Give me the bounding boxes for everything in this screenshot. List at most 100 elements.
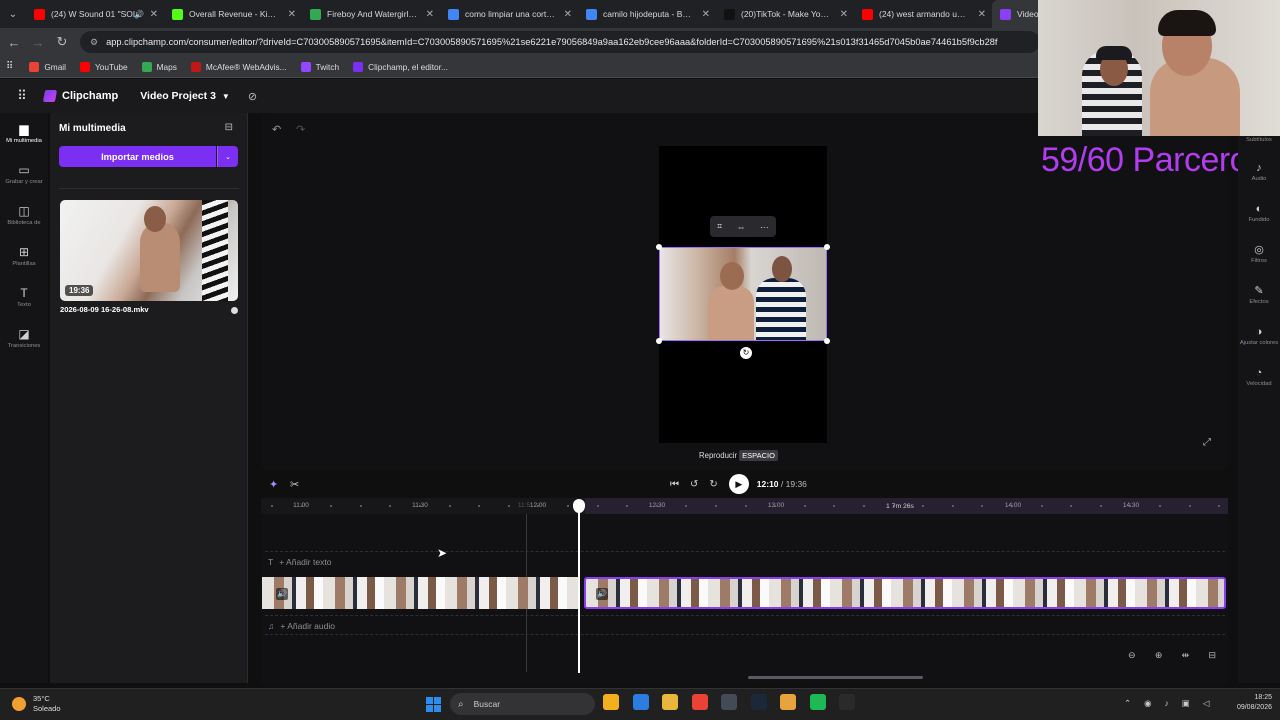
clip-volume-icon[interactable]: 🔊 xyxy=(276,588,288,600)
bookmark[interactable]: Clipchamp, el editor... xyxy=(353,61,448,72)
clip-volume-icon[interactable]: 🔊 xyxy=(596,588,608,600)
tab-close-icon[interactable]: ✕ xyxy=(978,9,986,20)
taskbar-app-icon[interactable] xyxy=(632,694,649,710)
taskbar-search[interactable]: ⌕ Buscar xyxy=(450,693,595,715)
media-select-checkbox[interactable] xyxy=(231,307,238,314)
cloud-off-icon[interactable]: ⊘ xyxy=(248,90,257,103)
timeline-ruler[interactable]: 11:0011:3012:0012:3013:0014:0014:30 xyxy=(261,498,1228,514)
crop-icon[interactable]: ⌗ xyxy=(717,221,722,232)
project-title-dropdown[interactable]: Video Project 3 ▼ xyxy=(140,90,230,102)
taskbar-app-icon[interactable] xyxy=(662,694,678,710)
split-scissors-icon[interactable]: ✂ xyxy=(290,478,299,491)
taskbar-app-icon[interactable] xyxy=(780,694,796,710)
property-speed[interactable]: ◔ Velocidad xyxy=(1238,357,1280,398)
taskbar-app-icon[interactable] xyxy=(721,694,737,710)
bookmark[interactable]: Maps xyxy=(141,61,177,72)
browser-tab[interactable]: (24) W Sound 01 "SOL 🔊 ✕ xyxy=(26,0,164,28)
browser-tab[interactable]: Fireboy And Watergirl For ✕ xyxy=(302,0,440,28)
zoom-out-icon[interactable]: ⊖ xyxy=(1128,650,1136,666)
playhead-handle[interactable] xyxy=(573,499,585,513)
browser-tab[interactable]: como limpiar una cortina ✕ xyxy=(440,0,578,28)
magic-sparkle-icon[interactable]: ✦ xyxy=(269,478,278,491)
subtitles-label[interactable]: Subtítulos xyxy=(1238,137,1280,143)
app-launcher-icon[interactable]: ⠿ xyxy=(0,88,44,104)
layout-icon[interactable]: ⊟ xyxy=(1208,650,1216,666)
volume-icon[interactable]: ◁ xyxy=(1203,698,1210,709)
timeline-scrollbar[interactable] xyxy=(748,676,923,679)
redo-icon[interactable]: ↷ xyxy=(296,123,305,136)
site-info-icon[interactable]: ⚙ xyxy=(90,37,98,48)
browser-tab[interactable]: (20)TikTok - Make Your D ✕ xyxy=(716,0,854,28)
bookmark[interactable]: YouTube xyxy=(80,61,128,72)
weather-widget[interactable]: 35°C Soleado xyxy=(12,694,61,714)
back-icon[interactable]: ← xyxy=(2,35,26,50)
browser-tab[interactable]: (24) west armando un - Y ✕ xyxy=(854,0,992,28)
rewind-5s-icon[interactable]: ↺ xyxy=(690,479,698,490)
forward-5s-icon[interactable]: ↻ xyxy=(709,479,717,490)
tab-close-icon[interactable]: ✕ xyxy=(150,9,158,20)
selected-clip-preview[interactable] xyxy=(659,247,827,341)
taskbar-app-icon[interactable] xyxy=(839,694,855,710)
media-thumbnail[interactable]: 19:36 xyxy=(60,200,238,301)
browser-tab[interactable]: camilo hijodeputa - Busca ✕ xyxy=(578,0,716,28)
tab-close-icon[interactable]: ✕ xyxy=(288,9,296,20)
video-clip-left[interactable] xyxy=(262,577,580,609)
taskbar-clock[interactable]: 18:25 09/08/2026 xyxy=(1220,693,1272,713)
more-options-icon[interactable]: ··· xyxy=(760,222,769,232)
windows-start-icon[interactable] xyxy=(426,697,441,712)
apps-grid-icon[interactable]: ⠿ xyxy=(6,61,13,72)
rotate-icon[interactable]: ↻ xyxy=(740,347,752,359)
taskbar-app-icon[interactable] xyxy=(603,694,619,710)
tab-audio-icon[interactable]: 🔊 xyxy=(134,10,144,19)
property-filters[interactable]: ◎ Filtros xyxy=(1238,234,1280,275)
property-adjust-colors[interactable]: ◑ Ajustar colores xyxy=(1238,316,1280,357)
collapse-panel-icon[interactable]: ⊟ xyxy=(225,122,233,133)
resize-handle[interactable] xyxy=(824,338,830,344)
resize-handle[interactable] xyxy=(824,244,830,250)
browser-tab[interactable]: Overall Revenue - Kick Da ✕ xyxy=(164,0,302,28)
rail-item-templates[interactable]: ⊞ Plantillas xyxy=(0,236,48,277)
tray-overflow-icon[interactable]: ⌃ xyxy=(1124,698,1131,709)
bookmark[interactable]: McAfee® WebAdvis... xyxy=(190,61,287,72)
playhead[interactable] xyxy=(578,502,580,673)
add-audio-track[interactable]: ♫ + Añadir audio xyxy=(268,621,335,631)
reload-icon[interactable]: ↻ xyxy=(50,34,74,50)
rail-item-folder[interactable]: ▆ Mi multimedia xyxy=(0,113,48,154)
bookmark[interactable]: Gmail xyxy=(29,61,66,72)
tab-close-icon[interactable]: ✕ xyxy=(426,9,434,20)
bookmark[interactable]: Twitch xyxy=(300,61,339,72)
skip-to-start-icon[interactable]: ⏮ xyxy=(670,479,679,490)
tray-app-icon[interactable]: ◉ xyxy=(1144,698,1151,709)
fullscreen-icon[interactable]: ⤢ xyxy=(1203,437,1211,448)
property-effects[interactable]: ✎ Efectos xyxy=(1238,275,1280,316)
zoom-in-icon[interactable]: ⊕ xyxy=(1155,650,1163,666)
fit-icon[interactable]: ⇔ xyxy=(737,222,746,232)
forward-icon[interactable]: → xyxy=(26,35,50,50)
resize-handle[interactable] xyxy=(656,244,662,250)
taskbar-app-icon[interactable] xyxy=(750,694,767,710)
address-bar[interactable]: ⚙ app.clipchamp.com/consumer/editor/?dri… xyxy=(80,31,1040,53)
resize-handle[interactable] xyxy=(656,338,662,344)
taskbar-app-icon[interactable] xyxy=(691,694,708,710)
property-fade[interactable]: ◐ Fundido xyxy=(1238,193,1280,234)
network-icon[interactable]: ▣ xyxy=(1182,698,1190,709)
rail-item-library[interactable]: ◫ Biblioteca de xyxy=(0,195,48,236)
tab-search-icon[interactable]: ⌄ xyxy=(0,0,26,28)
taskbar-app-icon[interactable] xyxy=(809,694,826,710)
fit-timeline-icon[interactable]: ⇹ xyxy=(1182,650,1190,666)
property-audio[interactable]: ♪ Audio xyxy=(1238,152,1280,193)
rail-item-text[interactable]: T Texto xyxy=(0,277,48,318)
microphone-icon[interactable]: ♪ xyxy=(1165,698,1169,709)
undo-icon[interactable]: ↶ xyxy=(272,123,281,136)
import-options-chevron-icon[interactable]: ⌄ xyxy=(217,146,238,167)
add-text-track[interactable]: T + Añadir texto xyxy=(268,557,331,567)
clipchamp-logo[interactable]: Clipchamp xyxy=(42,90,118,102)
rail-item-transitions[interactable]: ◪ Transiciones xyxy=(0,318,48,359)
rail-item-camera[interactable]: ▭ Grabar y crear xyxy=(0,154,48,195)
import-media-button[interactable]: Importar medios xyxy=(59,146,216,167)
tab-close-icon[interactable]: ✕ xyxy=(564,9,572,20)
video-clip-selected[interactable] xyxy=(584,577,1226,609)
tab-close-icon[interactable]: ✕ xyxy=(702,9,710,20)
tab-close-icon[interactable]: ✕ xyxy=(840,9,848,20)
play-button[interactable]: ▶ xyxy=(728,474,749,494)
